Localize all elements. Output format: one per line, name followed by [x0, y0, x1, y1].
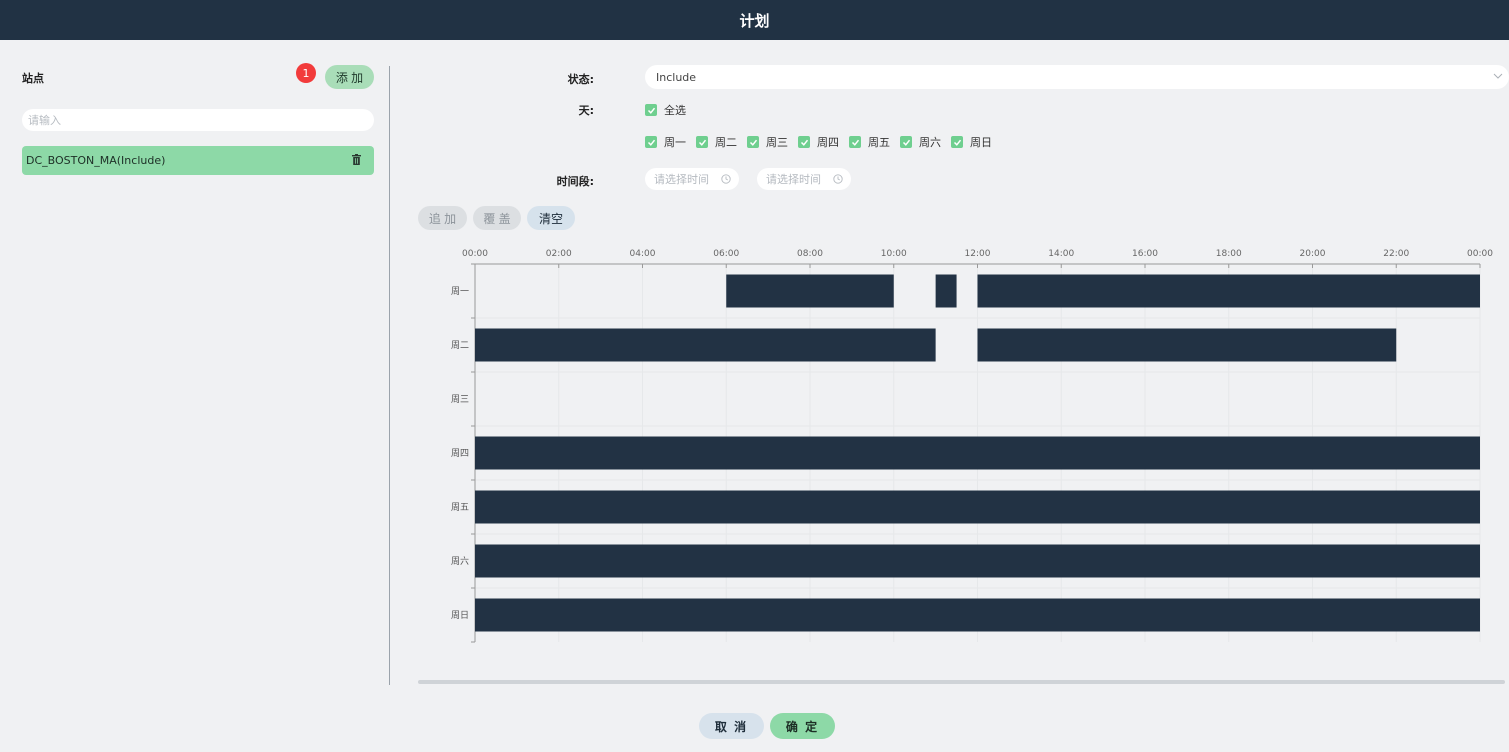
checkbox-checked-icon	[951, 136, 963, 148]
x-tick-label: 18:00	[1216, 249, 1242, 259]
y-category-label: 周五	[451, 502, 469, 513]
day-label: 周五	[868, 136, 890, 149]
x-tick-label: 00:00	[1467, 249, 1493, 259]
checkbox-checked-icon	[645, 104, 657, 116]
y-category-label: 周三	[451, 394, 469, 405]
x-tick-label: 00:00	[462, 249, 488, 259]
x-tick-label: 14:00	[1048, 249, 1074, 259]
y-category-label: 周四	[451, 448, 469, 459]
schedule-bar	[475, 490, 1480, 524]
sites-label: 站点	[22, 72, 44, 85]
x-tick-label: 20:00	[1300, 249, 1326, 259]
schedule-bar	[475, 598, 1480, 632]
horizontal-scrollbar[interactable]	[418, 680, 1505, 684]
schedule-bar	[726, 274, 894, 308]
site-item-label: DC_BOSTON_MA(Include)	[26, 154, 166, 167]
schedule-bar	[475, 328, 936, 362]
day-checkbox-thu[interactable]: 周四	[798, 134, 839, 150]
clock-icon	[833, 174, 843, 184]
confirm-button[interactable]: 确 定	[770, 713, 835, 739]
end-time-input[interactable]: 请选择时间	[757, 168, 851, 190]
clock-icon	[721, 174, 731, 184]
schedule-bar	[475, 436, 1480, 470]
day-label: 周二	[715, 136, 737, 149]
overwrite-button[interactable]: 覆 盖	[473, 206, 521, 230]
checkbox-checked-icon	[849, 136, 861, 148]
schedule-bar	[977, 274, 1480, 308]
status-select[interactable]: Include	[645, 65, 1509, 89]
day-label: 周三	[766, 136, 788, 149]
site-search-input[interactable]	[22, 109, 374, 131]
x-tick-label: 06:00	[713, 249, 739, 259]
append-button[interactable]: 追 加	[418, 206, 467, 230]
y-category-label: 周日	[451, 610, 469, 621]
days-label: 天:	[578, 104, 594, 117]
clear-button[interactable]: 清空	[527, 206, 575, 230]
status-value: Include	[656, 70, 697, 84]
x-tick-label: 10:00	[881, 249, 907, 259]
y-category-label: 周一	[451, 286, 469, 297]
day-label: 周四	[817, 136, 839, 149]
status-label: 状态:	[567, 73, 594, 86]
x-tick-label: 22:00	[1383, 249, 1409, 259]
day-label: 周六	[919, 136, 941, 149]
day-checkbox-fri[interactable]: 周五	[849, 134, 890, 150]
x-tick-label: 16:00	[1132, 249, 1158, 259]
day-checkbox-mon[interactable]: 周一	[645, 134, 686, 150]
schedule-bar	[935, 274, 957, 308]
x-tick-label: 12:00	[965, 249, 991, 259]
schedule-bar	[475, 544, 1480, 578]
day-checkbox-sun[interactable]: 周日	[951, 134, 992, 150]
panel-divider	[389, 66, 390, 685]
schedule-chart: 00:00 02:00 04:00 06:00 08:00 10:00 12:00 14:00…	[451, 249, 1493, 643]
x-tick-label: 08:00	[797, 249, 823, 259]
day-label: 周一	[664, 136, 686, 149]
add-site-button[interactable]: 添 加	[325, 65, 374, 89]
trash-icon[interactable]	[352, 154, 361, 165]
site-list-item[interactable]: DC_BOSTON_MA(Include)	[22, 146, 374, 175]
checkbox-checked-icon	[696, 136, 708, 148]
checkbox-checked-icon	[900, 136, 912, 148]
sites-count-badge: 1	[296, 63, 316, 83]
start-time-placeholder: 请选择时间	[654, 173, 709, 186]
dialog-title-bar: 计划	[0, 0, 1509, 40]
x-tick-label: 04:00	[630, 249, 656, 259]
select-all-label: 全选	[664, 104, 686, 117]
end-time-placeholder: 请选择时间	[766, 173, 821, 186]
y-category-label: 周六	[451, 555, 469, 567]
day-checkbox-tue[interactable]: 周二	[696, 134, 737, 150]
checkbox-checked-icon	[645, 136, 657, 148]
schedule-bar	[977, 328, 1397, 362]
time-range-label: 时间段:	[556, 175, 594, 188]
chevron-down-icon	[1493, 73, 1503, 79]
x-tick-label: 02:00	[546, 249, 572, 259]
day-checkbox-sat[interactable]: 周六	[900, 134, 941, 150]
day-label: 周日	[970, 136, 992, 149]
day-checkbox-wed[interactable]: 周三	[747, 134, 788, 150]
y-category-label: 周二	[451, 340, 469, 351]
start-time-input[interactable]: 请选择时间	[645, 168, 739, 190]
select-all-checkbox[interactable]: 全选	[645, 102, 686, 118]
dialog-title: 计划	[739, 11, 770, 30]
checkbox-checked-icon	[747, 136, 759, 148]
cancel-button[interactable]: 取 消	[699, 713, 764, 739]
checkbox-checked-icon	[798, 136, 810, 148]
